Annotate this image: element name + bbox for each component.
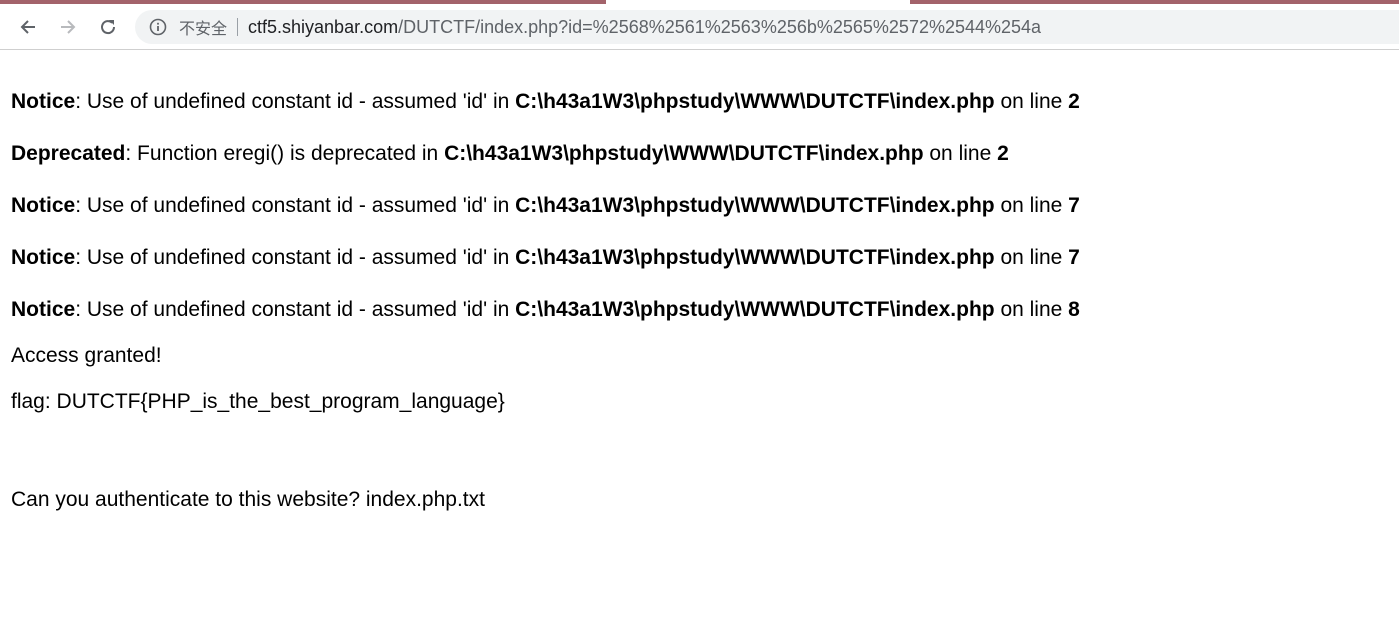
back-arrow-icon (20, 20, 35, 34)
security-chip[interactable]: 不安全 (149, 10, 227, 44)
error-type: Deprecated (11, 142, 126, 165)
error-file: C:\h43a1W3\phpstudy\WWW\DUTCTF\index.php (515, 246, 995, 269)
error-message: : Use of undefined constant id - assumed… (75, 246, 516, 269)
php-error-line: Notice: Use of undefined constant id - a… (11, 90, 1080, 114)
error-line-number: 2 (997, 142, 1009, 165)
flag-text: flag: DUTCTF{PHP_is_the_best_program_lan… (11, 390, 505, 413)
error-message: : Use of undefined constant id - assumed… (75, 194, 516, 217)
error-type: Notice (11, 246, 76, 269)
php-error-line: Deprecated: Function eregi() is deprecat… (11, 142, 1009, 166)
error-on-line: on line (994, 90, 1069, 113)
error-type: Notice (11, 90, 76, 113)
error-file: C:\h43a1W3\phpstudy\WWW\DUTCTF\index.php (515, 298, 995, 321)
error-message: : Use of undefined constant id - assumed… (75, 298, 516, 321)
error-file: C:\h43a1W3\phpstudy\WWW\DUTCTF\index.php (444, 142, 924, 165)
forward-arrow-icon (61, 20, 76, 34)
error-message: : Use of undefined constant id - assumed… (75, 90, 516, 113)
auth-question: Can you authenticate to this website? in… (11, 488, 485, 511)
php-error-line: Notice: Use of undefined constant id - a… (11, 298, 1080, 322)
error-on-line: on line (994, 298, 1069, 321)
error-line-number: 7 (1068, 246, 1080, 269)
reload-icon (101, 20, 116, 35)
error-line-number: 7 (1068, 194, 1080, 217)
error-on-line: on line (994, 246, 1069, 269)
error-message: : Function eregi() is deprecated in (125, 142, 445, 165)
info-icon (149, 18, 167, 36)
url-path: /DUTCTF/index.php?id=%2568%2561%2563%256… (398, 16, 1042, 37)
security-label: 不安全 (179, 21, 228, 38)
error-file: C:\h43a1W3\phpstudy\WWW\DUTCTF\index.php (515, 194, 995, 217)
access-message: Access granted! (11, 344, 162, 367)
error-type: Notice (11, 298, 76, 321)
error-line-number: 2 (1068, 90, 1080, 113)
url-host: ctf5.shiyanbar.com (248, 16, 399, 37)
browser-toolbar: 不安全 ctf5.shiyanbar.com/DUTCTF/index.php?… (0, 4, 1399, 50)
back-button[interactable] (13, 12, 43, 42)
php-error-line: Notice: Use of undefined constant id - a… (11, 194, 1080, 218)
error-on-line: on line (923, 142, 998, 165)
error-type: Notice (11, 194, 76, 217)
forward-button[interactable] (53, 12, 83, 42)
error-on-line: on line (994, 194, 1069, 217)
error-file: C:\h43a1W3\phpstudy\WWW\DUTCTF\index.php (515, 90, 995, 113)
error-line-number: 8 (1068, 298, 1080, 321)
url-text[interactable]: ctf5.shiyanbar.com/DUTCTF/index.php?id=%… (248, 17, 1041, 38)
reload-button[interactable] (93, 12, 123, 42)
php-error-line: Notice: Use of undefined constant id - a… (11, 246, 1080, 270)
address-bar[interactable]: 不安全 ctf5.shiyanbar.com/DUTCTF/index.php?… (135, 10, 1399, 44)
omnibox-divider (237, 18, 239, 36)
